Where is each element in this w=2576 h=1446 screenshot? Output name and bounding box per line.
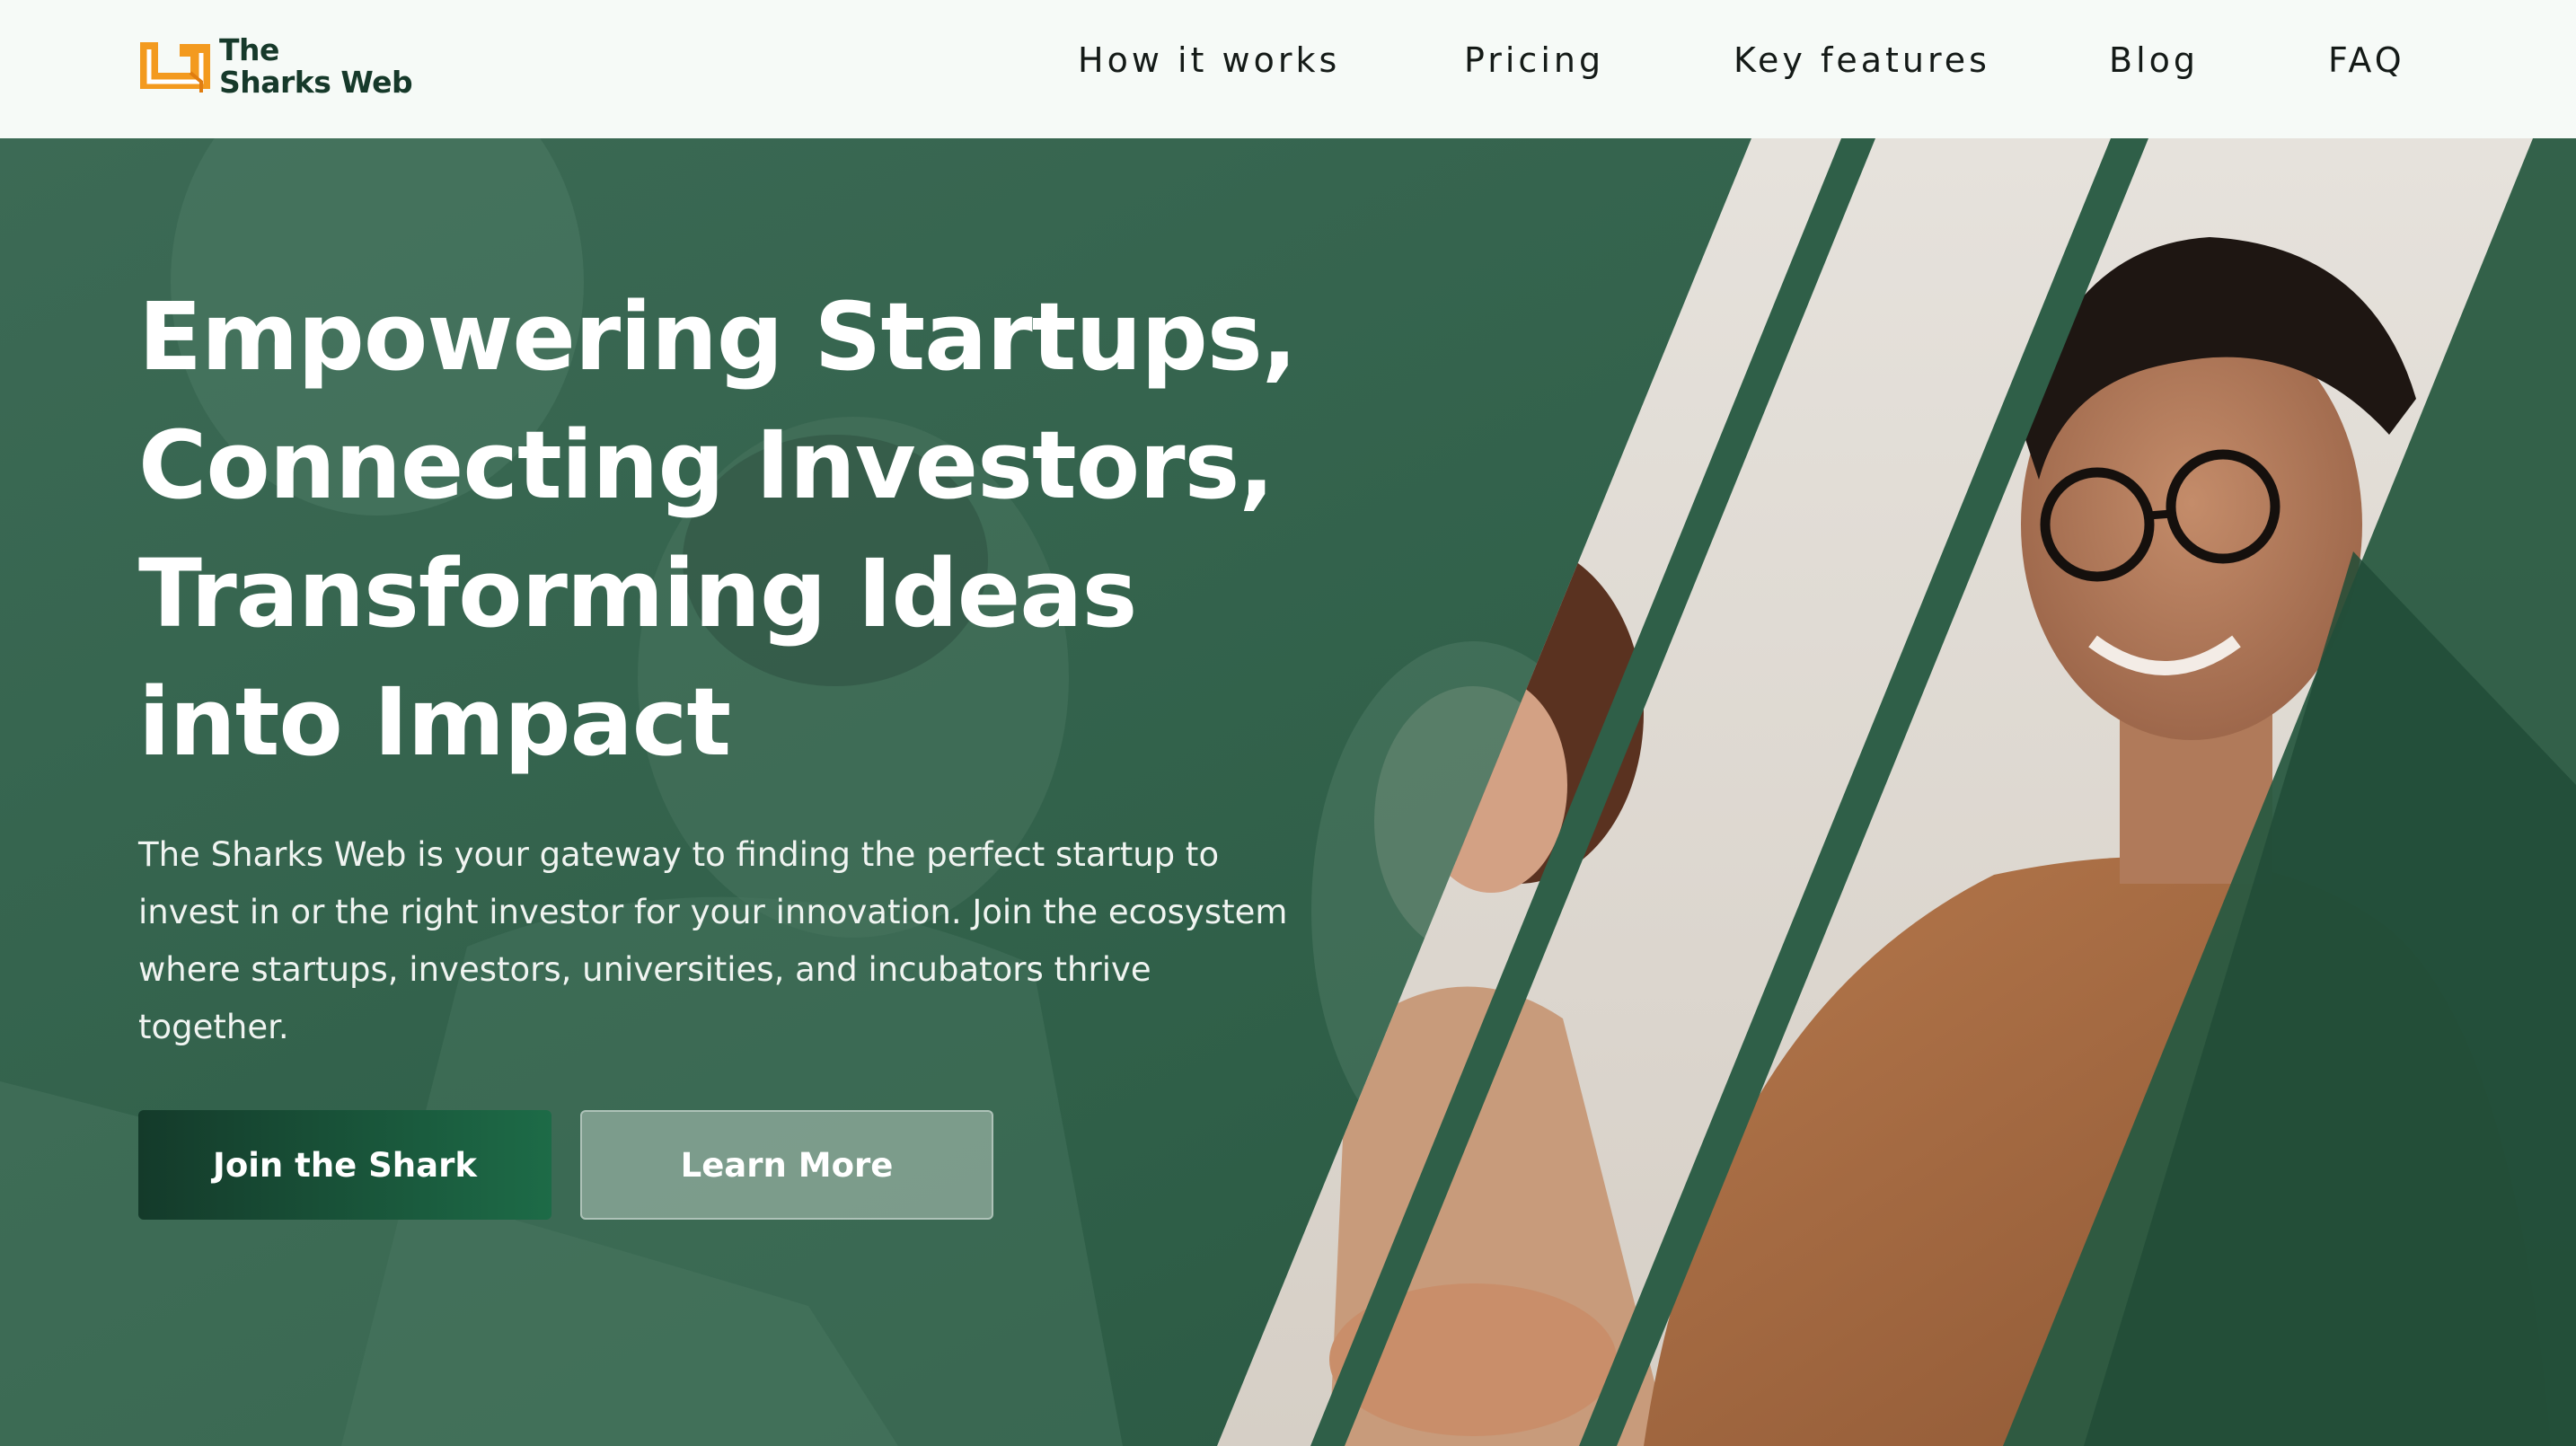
nav-link-blog[interactable]: Blog xyxy=(2109,40,2199,80)
brand-name: The Sharks Web xyxy=(219,32,413,100)
hero-section: Empowering Startups, Connecting Investor… xyxy=(0,138,2576,1446)
nav-link-key-features[interactable]: Key features xyxy=(1734,40,1990,80)
learn-more-button[interactable]: Learn More xyxy=(580,1110,993,1220)
join-the-shark-button[interactable]: Join the Shark xyxy=(138,1110,551,1220)
logo-icon xyxy=(137,37,214,96)
headline-line: Empowering Startups, xyxy=(138,282,1297,392)
headline-line: Connecting Investors, xyxy=(138,410,1275,520)
hero-content: Empowering Startups, Connecting Investor… xyxy=(138,273,1396,1220)
nav-link-how-it-works[interactable]: How it works xyxy=(1078,40,1340,80)
hero-buttons: Join the Shark Learn More xyxy=(138,1110,1396,1220)
nav-link-pricing[interactable]: Pricing xyxy=(1464,40,1604,80)
brand-name-line2: Sharks Web xyxy=(219,65,413,100)
brand-logo[interactable]: The Sharks Web xyxy=(137,32,413,100)
hero-headline: Empowering Startups, Connecting Investor… xyxy=(138,273,1396,787)
nav-link-faq[interactable]: FAQ xyxy=(2328,40,2405,80)
headline-line: into Impact xyxy=(138,667,731,777)
hero-description: The Sharks Web is your gateway to findin… xyxy=(138,835,1288,1046)
top-navigation: The Sharks Web How it works Pricing Key … xyxy=(0,0,2576,138)
brand-name-line1: The xyxy=(219,32,279,67)
headline-line: Transforming Ideas xyxy=(138,539,1137,648)
